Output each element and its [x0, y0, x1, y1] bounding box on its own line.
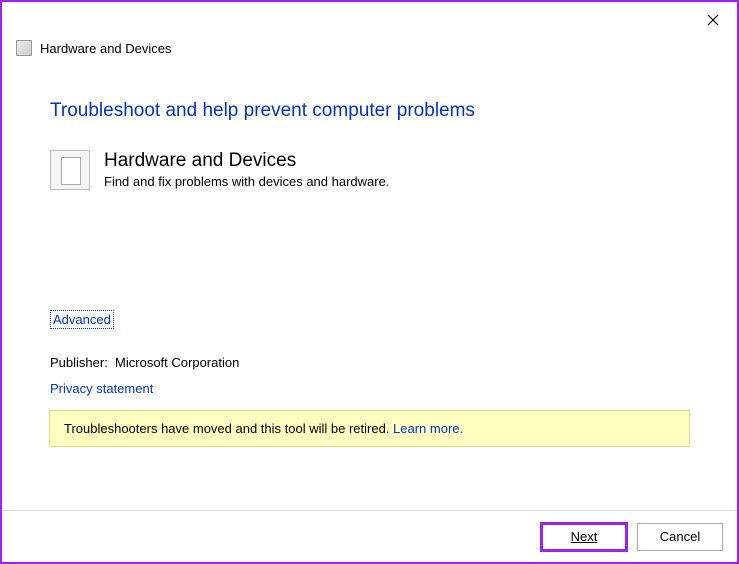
window-icon	[16, 40, 32, 56]
page-heading: Troubleshoot and help prevent computer p…	[50, 100, 689, 122]
publisher-value: Microsoft Corporation	[115, 355, 239, 370]
next-button[interactable]: Next	[541, 523, 627, 551]
troubleshooter-section: Hardware and Devices Find and fix proble…	[50, 150, 689, 190]
footer-bar: Next Cancel	[2, 510, 737, 562]
privacy-statement-link[interactable]: Privacy statement	[50, 381, 153, 396]
section-title: Hardware and Devices	[104, 150, 389, 172]
main-content: Troubleshoot and help prevent computer p…	[2, 56, 737, 447]
hardware-icon	[50, 150, 90, 190]
learn-more-link[interactable]: Learn more.	[393, 421, 463, 436]
cancel-button[interactable]: Cancel	[637, 523, 723, 551]
publisher-label: Publisher:	[50, 355, 108, 370]
publisher-info: Publisher: Microsoft Corporation	[50, 355, 689, 370]
notice-text: Troubleshooters have moved and this tool…	[64, 421, 393, 436]
advanced-link[interactable]: Advanced	[50, 310, 114, 329]
section-description: Find and fix problems with devices and h…	[104, 174, 389, 189]
close-button[interactable]	[701, 8, 725, 32]
next-button-rest: ext	[580, 529, 597, 544]
close-icon	[707, 14, 719, 26]
window-title: Hardware and Devices	[40, 41, 172, 56]
deprecation-notice: Troubleshooters have moved and this tool…	[49, 410, 690, 447]
window-title-bar: Hardware and Devices	[2, 2, 737, 56]
